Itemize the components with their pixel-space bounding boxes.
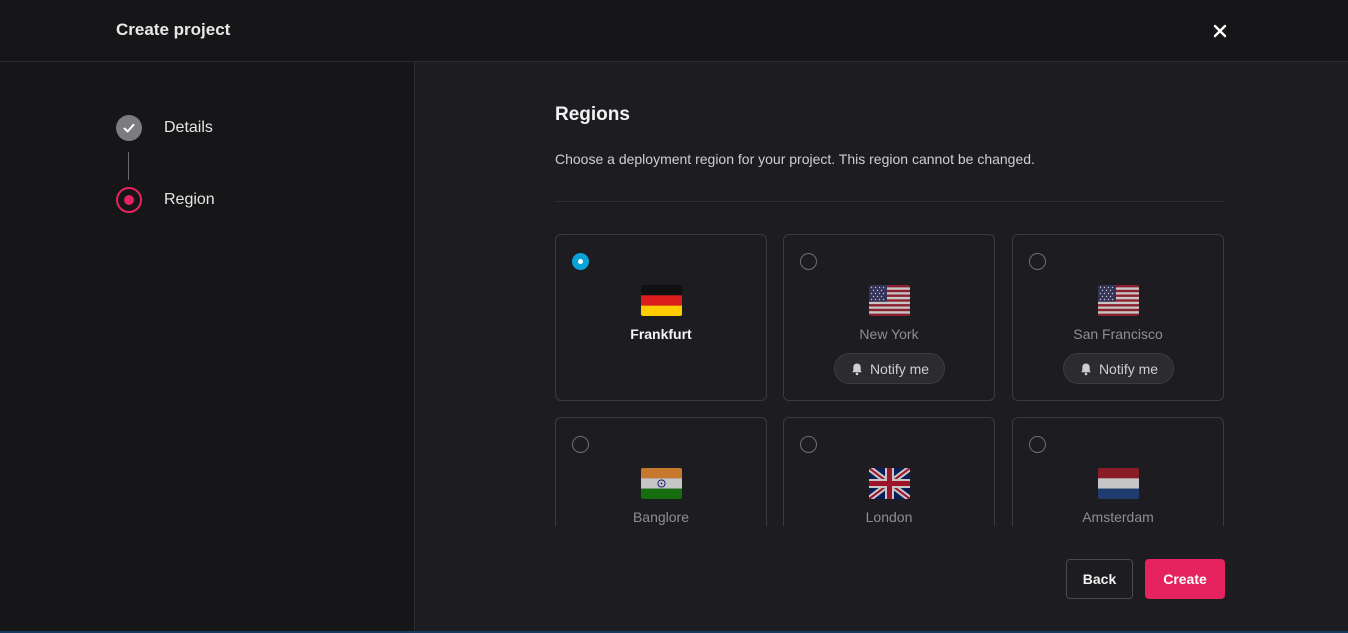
india-flag-icon bbox=[641, 468, 682, 499]
close-icon[interactable] bbox=[1210, 21, 1230, 41]
region-card-frankfurt[interactable]: Frankfurt bbox=[555, 234, 767, 401]
step-label-details: Details bbox=[164, 119, 213, 136]
region-radio-new-york[interactable] bbox=[800, 253, 817, 270]
page-title: Regions bbox=[555, 104, 630, 125]
region-card-new-york[interactable]: New York Notify me bbox=[783, 234, 995, 401]
modal-header: Create project bbox=[0, 0, 1348, 62]
germany-flag-icon bbox=[641, 285, 682, 316]
usa-flag-icon bbox=[1098, 285, 1139, 316]
back-button[interactable]: Back bbox=[1066, 559, 1133, 599]
region-radio-london[interactable] bbox=[800, 436, 817, 453]
step-label-region: Region bbox=[164, 191, 215, 208]
region-card-banglore[interactable]: Banglore bbox=[555, 417, 767, 526]
region-card-london[interactable]: London bbox=[783, 417, 995, 526]
region-radio-frankfurt[interactable] bbox=[572, 253, 589, 270]
region-name: London bbox=[865, 509, 913, 525]
region-name: San Francisco bbox=[1073, 326, 1163, 342]
bell-icon bbox=[852, 363, 862, 375]
checkmark-icon bbox=[116, 115, 142, 141]
active-step-icon bbox=[116, 187, 142, 213]
region-radio-banglore[interactable] bbox=[572, 436, 589, 453]
notify-me-button[interactable]: Notify me bbox=[834, 353, 945, 384]
region-radio-amsterdam[interactable] bbox=[1029, 436, 1046, 453]
step-region[interactable]: Region bbox=[116, 187, 215, 213]
steps-sidebar bbox=[0, 62, 415, 633]
create-button[interactable]: Create bbox=[1145, 559, 1225, 599]
notify-me-label: Notify me bbox=[1098, 360, 1159, 377]
region-name: New York bbox=[859, 326, 919, 342]
region-grid[interactable]: Frankfurt New York Notify me San Francis… bbox=[555, 234, 1226, 526]
step-connector bbox=[128, 152, 129, 180]
region-name: Banglore bbox=[632, 509, 690, 525]
step-details[interactable]: Details bbox=[116, 115, 213, 141]
notify-me-label: Notify me bbox=[869, 360, 930, 377]
usa-flag-icon bbox=[869, 285, 910, 316]
region-radio-san-francisco[interactable] bbox=[1029, 253, 1046, 270]
netherlands-flag-icon bbox=[1098, 468, 1139, 499]
region-card-san-francisco[interactable]: San Francisco Notify me bbox=[1012, 234, 1224, 401]
region-name: Amsterdam bbox=[1082, 509, 1154, 525]
divider bbox=[555, 201, 1225, 202]
modal-title: Create project bbox=[116, 20, 231, 39]
notify-me-button[interactable]: Notify me bbox=[1063, 353, 1174, 384]
region-name: Frankfurt bbox=[630, 326, 692, 342]
page-description: Choose a deployment region for your proj… bbox=[555, 151, 1035, 167]
region-card-amsterdam[interactable]: Amsterdam bbox=[1012, 417, 1224, 526]
uk-flag-icon bbox=[869, 468, 910, 499]
bell-icon bbox=[1081, 363, 1091, 375]
